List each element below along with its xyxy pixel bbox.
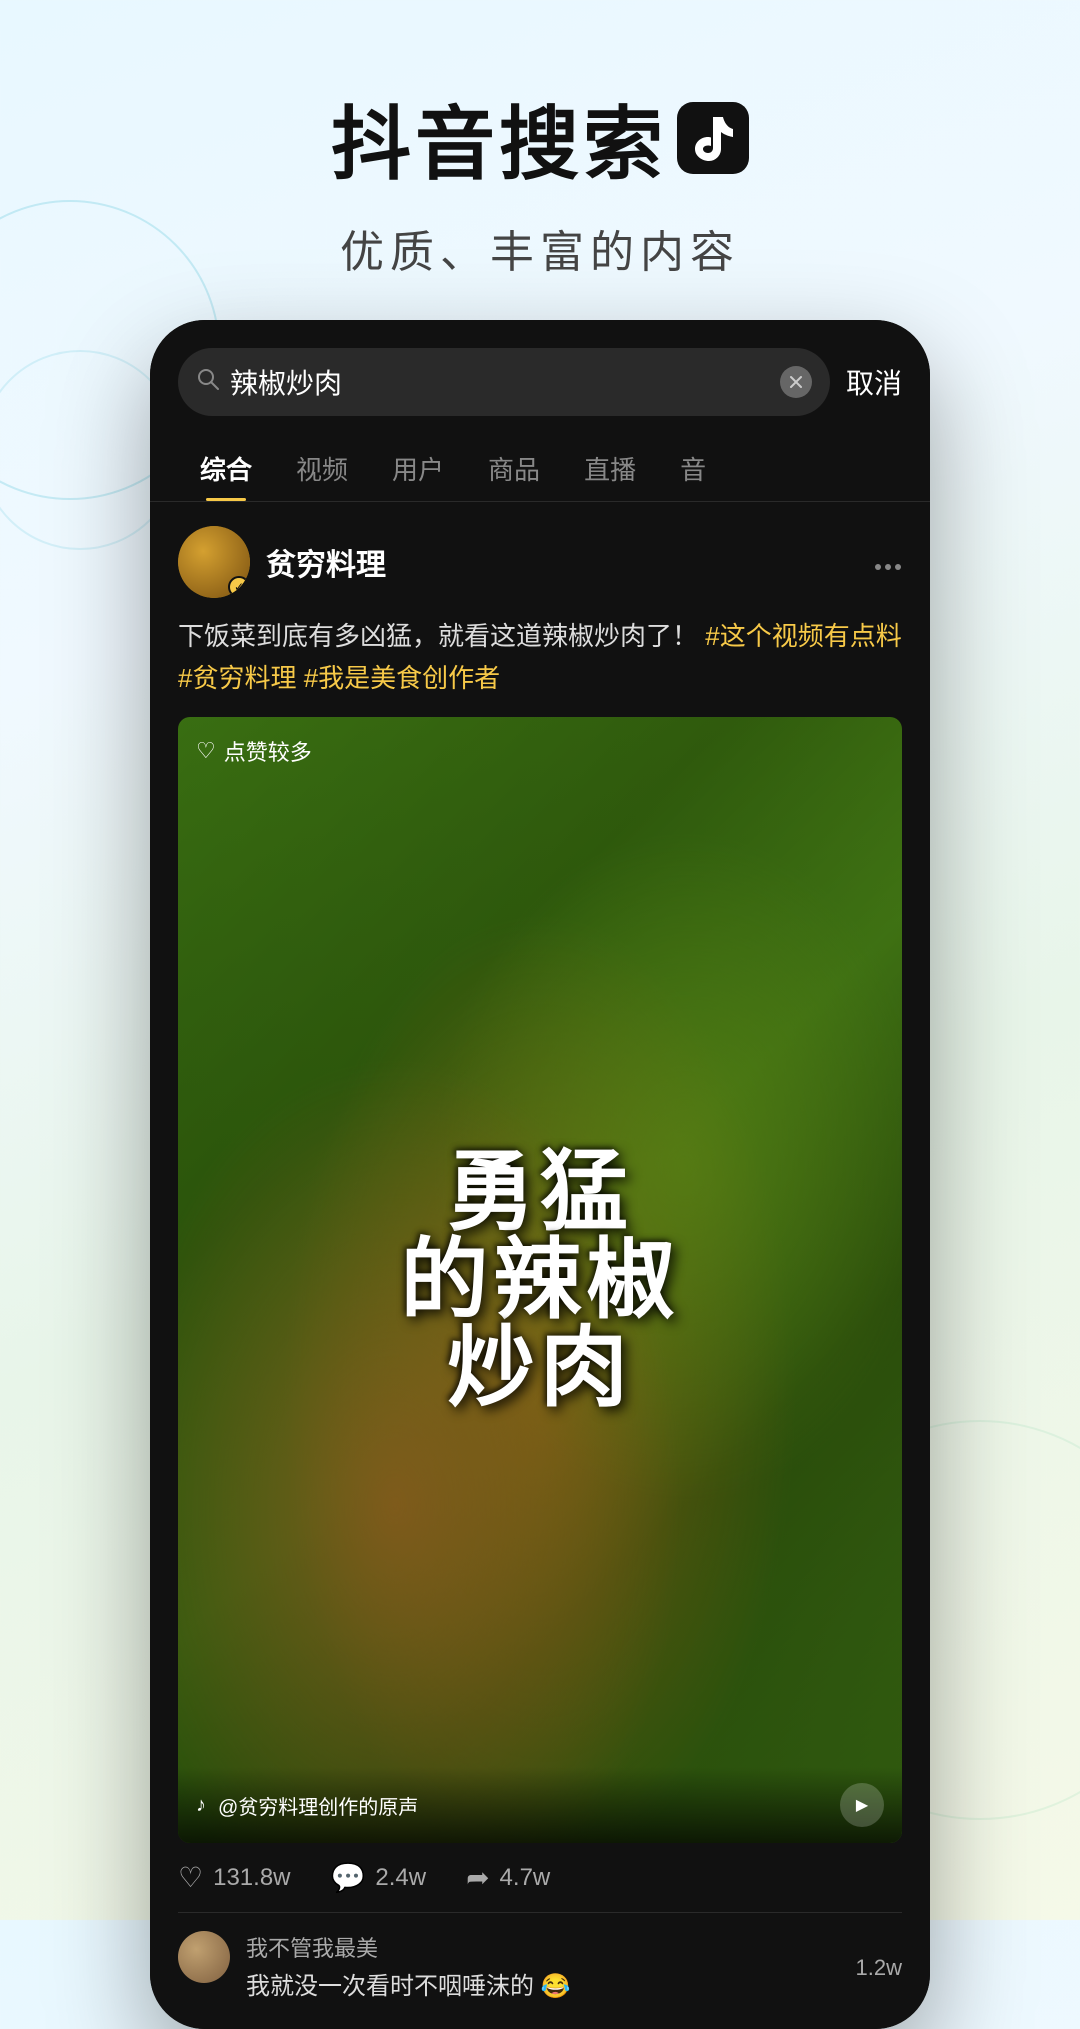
search-query-text: 辣椒炒肉	[230, 362, 770, 402]
tab-live[interactable]: 直播	[562, 436, 658, 501]
video-background: ♡ 点赞较多 勇猛的辣椒炒肉 ♪ @贫穷料理创作的原声 ▶	[178, 717, 902, 1843]
comment-icon: 💬	[331, 1861, 366, 1894]
tab-comprehensive[interactable]: 综合	[178, 436, 274, 501]
cancel-button[interactable]: 取消	[846, 362, 902, 402]
search-icon	[196, 367, 220, 398]
post-description: 下饭菜到底有多凶猛，就看这道辣椒炒肉了！ #这个视频有点料 #贫穷料理 #我是美…	[178, 616, 902, 699]
commenter-name: 我不管我最美	[246, 1931, 840, 1963]
user-card: ✓ 贫穷料理	[178, 526, 902, 598]
play-button[interactable]: ▶	[840, 1783, 884, 1827]
comment-preview: 我不管我最美 我就没一次看时不咽唾沫的 😂 1.2w	[178, 1912, 902, 2005]
interaction-bar: ♡ 131.8w 💬 2.4w ➦ 4.7w	[178, 1843, 902, 1912]
hashtag-1[interactable]: #这个视频有点料	[705, 621, 901, 651]
tab-product[interactable]: 商品	[466, 436, 562, 501]
tiktok-logo-icon	[677, 102, 749, 174]
tab-audio[interactable]: 音	[658, 436, 728, 501]
phone-mockup: 辣椒炒肉 取消 综合 视频 用户 商品	[150, 320, 930, 2029]
verified-badge: ✓	[228, 576, 250, 598]
hashtag-3[interactable]: #我是美食创作者	[304, 663, 500, 693]
video-bottom-bar: ♪ @贫穷料理创作的原声 ▶	[178, 1767, 902, 1843]
video-thumbnail[interactable]: ♡ 点赞较多 勇猛的辣椒炒肉 ♪ @贫穷料理创作的原声 ▶	[178, 717, 902, 1843]
more-options-icon[interactable]	[874, 546, 902, 578]
main-title: 抖音搜索	[331, 80, 667, 196]
subtitle: 优质、丰富的内容	[0, 216, 1080, 280]
search-input-wrapper[interactable]: 辣椒炒肉	[178, 348, 830, 416]
heart-icon-large: ♡	[178, 1861, 203, 1894]
comment-content: 我不管我最美 我就没一次看时不咽唾沫的 😂	[246, 1931, 840, 2005]
title-row: 抖音搜索	[0, 80, 1080, 196]
user-info: ✓ 贫穷料理	[178, 526, 386, 598]
tab-video[interactable]: 视频	[274, 436, 370, 501]
username[interactable]: 贫穷料理	[266, 540, 386, 584]
commenter-avatar	[178, 1931, 230, 1983]
tab-user[interactable]: 用户	[370, 436, 466, 501]
share-icon: ➦	[466, 1861, 489, 1894]
hashtag-2[interactable]: #贫穷料理	[178, 663, 296, 693]
content-area: ✓ 贫穷料理 下饭菜到底有多凶猛，就看这道辣椒炒肉了！ #这个视频有点料 #贫穷…	[150, 502, 930, 2029]
likes-count[interactable]: ♡ 131.8w	[178, 1861, 291, 1894]
clear-search-button[interactable]	[780, 366, 812, 398]
comment-count: 1.2w	[856, 1955, 902, 1981]
shares-count[interactable]: ➦ 4.7w	[466, 1861, 550, 1894]
phone-screen: 辣椒炒肉 取消 综合 视频 用户 商品	[150, 320, 930, 2029]
comment-text: 我就没一次看时不咽唾沫的 😂	[246, 1969, 840, 2005]
video-text-overlay: 勇猛的辣椒炒肉	[178, 717, 902, 1843]
audio-label: @贫穷料理创作的原声	[218, 1791, 828, 1820]
comments-count[interactable]: 💬 2.4w	[331, 1861, 427, 1894]
header: 抖音搜索 优质、丰富的内容	[0, 0, 1080, 320]
avatar[interactable]: ✓	[178, 526, 250, 598]
tiktok-small-icon: ♪	[196, 1794, 206, 1817]
tabs-row: 综合 视频 用户 商品 直播 音	[150, 416, 930, 502]
search-bar-area: 辣椒炒肉 取消	[150, 320, 930, 416]
